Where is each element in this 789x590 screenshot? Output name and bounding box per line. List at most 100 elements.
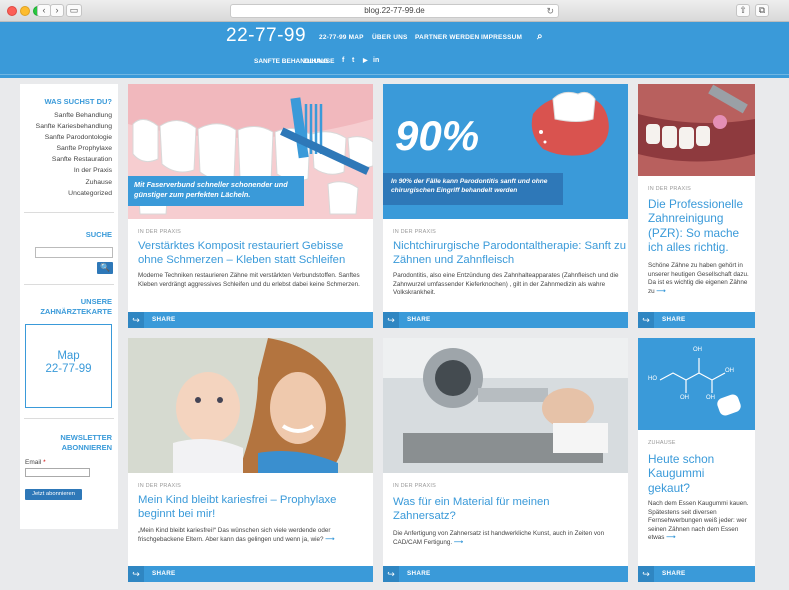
image-banner: In 90% der Fälle kann Parodontitis sanft…: [383, 173, 563, 205]
share-bar[interactable]: ↪ SHARE: [383, 566, 628, 582]
read-more-arrow[interactable]: ⟶: [325, 536, 334, 543]
reload-icon[interactable]: ↻: [546, 5, 554, 17]
article-title[interactable]: Mein Kind bleibt kariesfrei – Prophylaxe…: [138, 493, 363, 521]
close-window-button[interactable]: [7, 6, 17, 16]
article-card[interactable]: 90% In 90% der Fälle kann Parodontitis s…: [383, 84, 628, 328]
share-label[interactable]: SHARE: [152, 316, 176, 323]
map-heading: UNSERE ZAHNÄRZTEKARTE: [40, 297, 112, 316]
article-title[interactable]: Was für ein Material für meinen Zahnersa…: [393, 495, 593, 523]
article-title[interactable]: Die Professionelle Zahnreinigung (PZR): …: [648, 197, 753, 254]
mother-baby-photo: [128, 338, 373, 473]
share-bar[interactable]: ↪ SHARE: [383, 312, 628, 328]
search-submit-button[interactable]: 🔍: [97, 262, 113, 274]
share-bar[interactable]: ↪ SHARE: [128, 566, 373, 582]
article-excerpt: Schöne Zähne zu haben gehört in unserer …: [648, 262, 753, 296]
newsletter-heading-line-1: NEWSLETTER: [60, 433, 112, 442]
article-category[interactable]: IN DER PRAXIS: [393, 483, 436, 489]
molecule-label: OH: [693, 347, 702, 353]
category-link[interactable]: In der Praxis: [36, 165, 112, 176]
article-title[interactable]: Verstärktes Komposit restauriert Gebisse…: [138, 239, 368, 267]
share-label[interactable]: SHARE: [662, 316, 686, 323]
nav-impressum[interactable]: IMPRESSUM: [481, 34, 522, 41]
nav-ueber-uns[interactable]: ÜBER UNS: [372, 34, 408, 41]
category-list: Sanfte Behandlung Sanfte Kariesbehandlun…: [36, 110, 112, 199]
address-bar[interactable]: blog.22-77-99.de ↻: [230, 4, 559, 18]
category-link[interactable]: Sanfte Restauration: [36, 154, 112, 165]
article-excerpt: Moderne Techniken restaurieren Zähne mit…: [138, 272, 368, 289]
share-label[interactable]: SHARE: [407, 570, 431, 577]
category-link[interactable]: Sanfte Prophylaxe: [36, 143, 112, 154]
email-field[interactable]: [25, 468, 90, 477]
category-link[interactable]: Sanfte Behandlung: [36, 110, 112, 121]
share-icon[interactable]: ↪: [638, 566, 654, 582]
excerpt-text: Die Anfertigung von Zahnersatz ist handw…: [393, 530, 605, 546]
subnav-zuhause[interactable]: ZUHAUSE: [303, 58, 334, 65]
search-input[interactable]: [35, 247, 113, 258]
category-link[interactable]: Zuhause: [36, 177, 112, 188]
facebook-icon[interactable]: f: [342, 57, 344, 64]
category-link[interactable]: Sanfte Kariesbehandlung: [36, 121, 112, 132]
map-link-line-1: Map: [57, 350, 80, 362]
sidebar-toggle-icon[interactable]: ▭: [66, 4, 82, 17]
share-bar[interactable]: ↪ SHARE: [638, 566, 755, 582]
article-card[interactable]: OH HO OH OH OH ZUHAUSE Heute schon Kaugu…: [638, 338, 755, 582]
newsletter-heading: NEWSLETTER ABONNIEREN: [60, 433, 112, 453]
share-label[interactable]: SHARE: [407, 316, 431, 323]
share-bar[interactable]: ↪ SHARE: [128, 312, 373, 328]
share-icon[interactable]: ↪: [128, 312, 144, 328]
back-button[interactable]: ‹: [37, 4, 51, 17]
article-category[interactable]: IN DER PRAXIS: [648, 186, 691, 192]
article-card[interactable]: Mit Faserverbund schneller schonender un…: [128, 84, 373, 328]
read-more-arrow[interactable]: ⟶: [656, 288, 665, 295]
article-category[interactable]: ZUHAUSE: [648, 440, 676, 446]
article-title[interactable]: Heute schon Kaugummi gekaut?: [648, 452, 748, 495]
article-excerpt: Parodontitis, also eine Entzündung des Z…: [393, 272, 625, 298]
article-image: [383, 338, 628, 473]
category-link[interactable]: Sanfte Parodontologie: [36, 132, 112, 143]
article-title[interactable]: Nichtchirurgische Parodontaltherapie: Sa…: [393, 239, 628, 267]
sidebar: WAS SUCHST DU? Sanfte Behandlung Sanfte …: [20, 84, 118, 529]
share-icon[interactable]: ↪: [128, 566, 144, 582]
article-card[interactable]: IN DER PRAXIS Mein Kind bleibt kariesfre…: [128, 338, 373, 582]
twitter-icon[interactable]: t: [352, 57, 354, 64]
article-card[interactable]: IN DER PRAXIS Die Professionelle Zahnrei…: [638, 84, 755, 328]
email-label: Email *: [25, 459, 46, 466]
categories-heading: WAS SUCHST DU?: [44, 97, 113, 106]
map-link-line-2: 22-77-99: [45, 363, 92, 375]
article-category[interactable]: IN DER PRAXIS: [393, 229, 436, 235]
share-icon[interactable]: ↪: [638, 312, 654, 328]
subscribe-button[interactable]: Jetzt abonnieren: [25, 489, 82, 500]
share-icon[interactable]: ↪: [383, 566, 399, 582]
youtube-icon[interactable]: ▶: [363, 57, 368, 64]
required-marker: *: [43, 459, 46, 466]
nav-map[interactable]: 22-77-99 MAP: [319, 34, 364, 41]
share-label[interactable]: SHARE: [152, 570, 176, 577]
forward-button[interactable]: ›: [50, 4, 64, 17]
article-image: 90% In 90% der Fälle kann Parodontitis s…: [383, 84, 628, 219]
article-excerpt: Die Anfertigung von Zahnersatz ist handw…: [393, 530, 625, 547]
molecule-label: OH: [680, 395, 689, 401]
share-icon[interactable]: ↪: [383, 312, 399, 328]
read-more-arrow[interactable]: ⟶: [666, 534, 675, 541]
article-category[interactable]: IN DER PRAXIS: [138, 229, 181, 235]
share-label[interactable]: SHARE: [662, 570, 686, 577]
tabs-overview-icon[interactable]: ⧉: [755, 4, 769, 17]
nav-partner-werden[interactable]: PARTNER WERDEN: [415, 34, 479, 41]
category-link[interactable]: Uncategorized: [36, 188, 112, 199]
minimize-window-button[interactable]: [20, 6, 30, 16]
article-card[interactable]: IN DER PRAXIS Was für ein Material für m…: [383, 338, 628, 582]
map-link-box[interactable]: Map 22-77-99: [25, 324, 112, 408]
site-logo[interactable]: 22-77-99: [226, 25, 306, 47]
share-bar[interactable]: ↪ SHARE: [638, 312, 755, 328]
excerpt-text: Moderne Techniken restaurieren Zähne mit…: [138, 272, 360, 288]
search-icon[interactable]: ⌕: [537, 31, 543, 42]
linkedin-icon[interactable]: in: [373, 57, 379, 64]
teeth-cleaning-photo: [638, 84, 755, 176]
article-excerpt: „Mein Kind bleibt kariesfrei!“ Das wünsc…: [138, 527, 364, 544]
read-more-arrow[interactable]: ⟶: [454, 539, 463, 546]
article-image: [128, 338, 373, 473]
big-percentage: 90%: [395, 112, 480, 159]
share-page-icon[interactable]: ⇧: [736, 4, 750, 17]
excerpt-text: Nach dem Essen Kaugummi kauen. Spätesten…: [648, 500, 749, 542]
article-category[interactable]: IN DER PRAXIS: [138, 483, 181, 489]
